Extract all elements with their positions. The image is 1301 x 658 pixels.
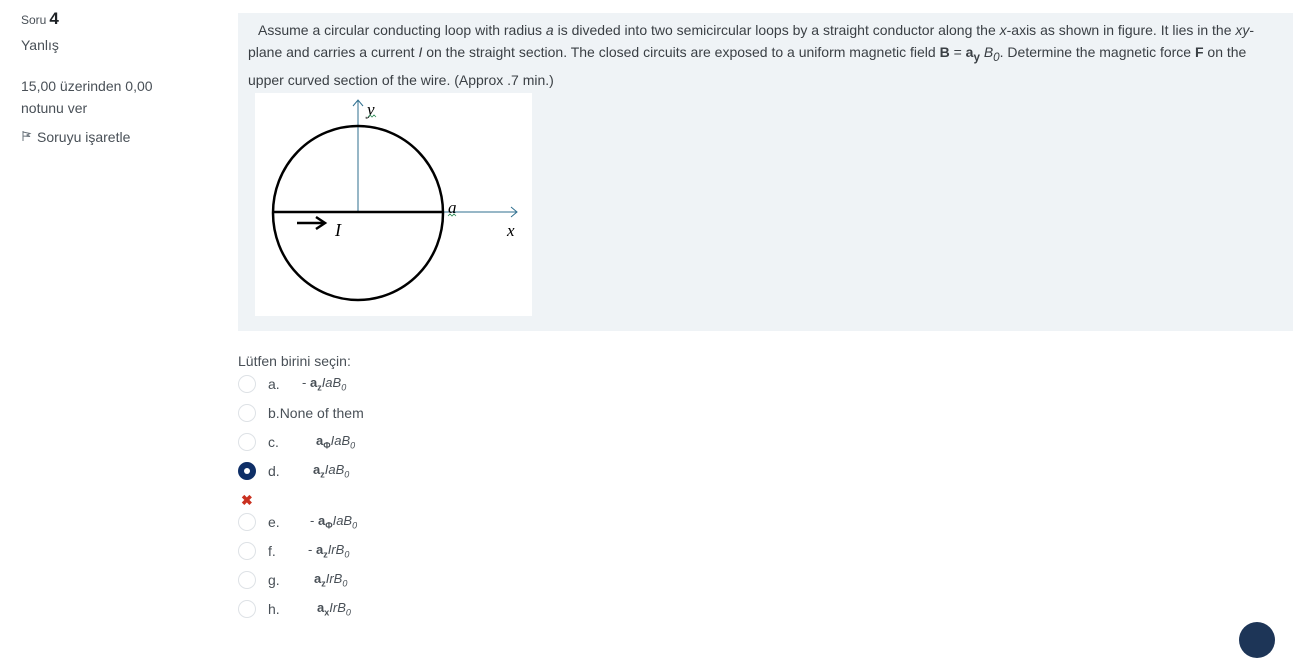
- option-letter: h.: [268, 601, 280, 617]
- question-figure: y x a I: [255, 93, 532, 316]
- option-letter: f.: [268, 543, 276, 559]
- radio-b[interactable]: [238, 404, 256, 422]
- option-formula: azIaB0: [313, 462, 350, 480]
- option-formula: aΦIaB0: [316, 433, 356, 451]
- option-h[interactable]: h. axIrB0: [238, 598, 351, 620]
- radio-e[interactable]: [238, 513, 256, 531]
- option-letter: d.: [268, 463, 280, 479]
- option-formula: - azIrB0: [308, 542, 350, 560]
- option-e[interactable]: e. - aΦIaB0: [238, 511, 357, 533]
- y-axis-label: y: [365, 100, 375, 119]
- option-formula: azIrB0: [314, 571, 348, 589]
- question-info: Soru 4 Yanlış 15,00 üzerinden 0,00 notunu…: [21, 9, 201, 145]
- radio-h[interactable]: [238, 600, 256, 618]
- radio-d-selected[interactable]: [238, 462, 256, 480]
- option-b[interactable]: b. None of them: [238, 402, 364, 424]
- option-formula: axIrB0: [317, 600, 351, 618]
- radio-c[interactable]: [238, 433, 256, 451]
- option-formula: - aΦIaB0: [310, 513, 358, 531]
- question-grade: 15,00 üzerinden 0,00 notunu ver: [21, 78, 153, 116]
- question-state: Yanlış: [21, 37, 59, 53]
- x-axis-label: x: [506, 221, 515, 240]
- floating-action-button[interactable]: [1239, 622, 1275, 658]
- incorrect-icon: ✖: [241, 492, 253, 508]
- current-label: I: [334, 220, 342, 240]
- option-letter: g.: [268, 572, 280, 588]
- question-text: Assume a circular conducting loop with r…: [238, 13, 1293, 331]
- question-number-label: Soru 4: [21, 9, 59, 28]
- option-g[interactable]: g. azIrB0: [238, 569, 347, 591]
- answer-prompt: Lütfen birini seçin:: [238, 353, 351, 369]
- option-letter: e.: [268, 514, 280, 530]
- option-text: None of them: [279, 405, 364, 421]
- option-formula: - azIaB0: [302, 375, 347, 393]
- option-letter: c.: [268, 434, 279, 450]
- option-d[interactable]: d. azIaB0: [238, 460, 349, 482]
- option-c[interactable]: c. aΦIaB0: [238, 431, 355, 453]
- radio-g[interactable]: [238, 571, 256, 589]
- flag-question-link[interactable]: Soruyu işaretle: [21, 129, 201, 145]
- option-f[interactable]: f. - azIrB0: [238, 540, 349, 562]
- question-paragraph: Assume a circular conducting loop with r…: [248, 22, 1255, 88]
- option-letter: b.: [268, 405, 280, 421]
- radius-label: a: [448, 198, 457, 217]
- option-a[interactable]: a. - azIaB0: [238, 373, 346, 395]
- flag-icon: [21, 129, 33, 145]
- radio-f[interactable]: [238, 542, 256, 560]
- flag-question-label: Soruyu işaretle: [37, 129, 131, 145]
- option-letter: a.: [268, 376, 280, 392]
- question-number: 4: [49, 9, 59, 28]
- radio-a[interactable]: [238, 375, 256, 393]
